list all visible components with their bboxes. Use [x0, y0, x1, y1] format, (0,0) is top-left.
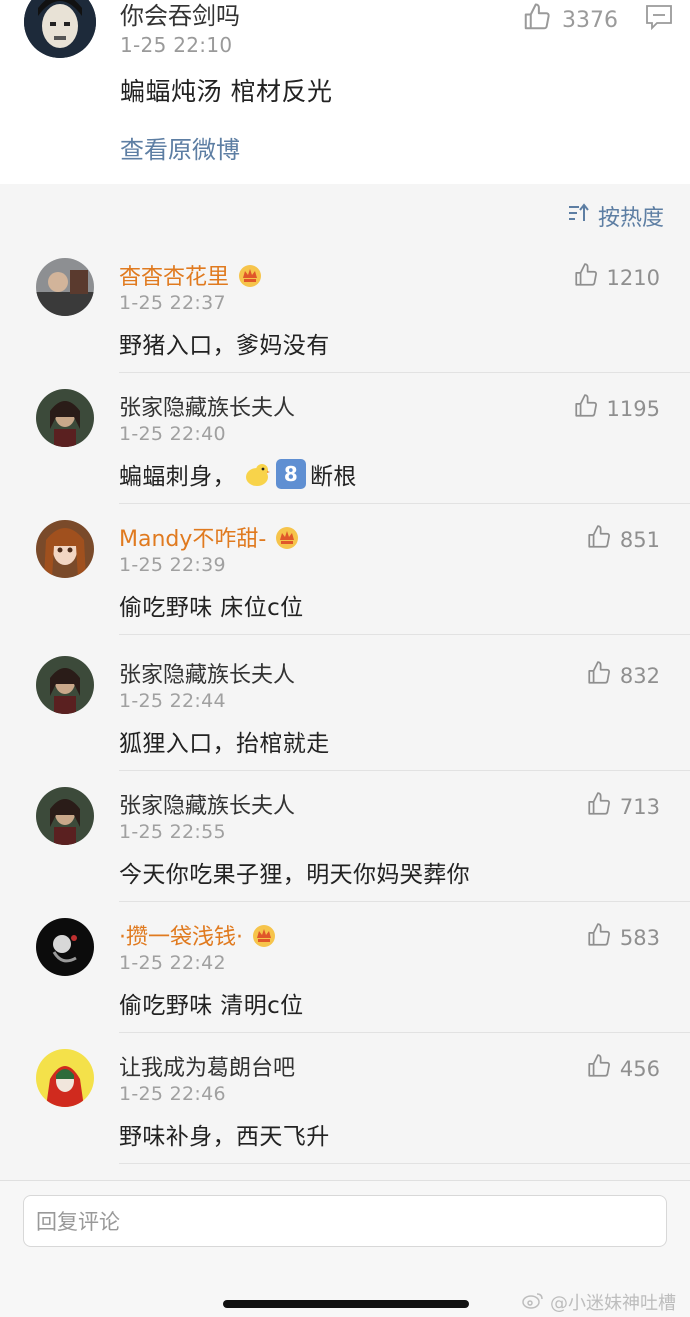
like-count: 456 — [619, 1056, 660, 1081]
thumbs-up-icon — [586, 1053, 612, 1084]
post-author-name[interactable]: 你会吞剑吗 — [120, 0, 240, 31]
comment-like-button[interactable]: 583 — [586, 922, 660, 953]
post-time: 1-25 22:10 — [120, 33, 233, 57]
weibo-logo-icon — [522, 1291, 544, 1314]
comment-time: 1-25 22:55 — [119, 821, 226, 843]
comment-item: 张家隐藏族长夫人 1-25 22:44 狐狸入口，抬棺就走 832 — [0, 640, 690, 771]
thumbs-up-icon — [573, 262, 599, 293]
comment-time: 1-25 22:46 — [119, 1083, 226, 1105]
sort-by-hot-button[interactable]: 按热度 — [568, 200, 664, 232]
sort-label: 按热度 — [597, 206, 664, 231]
thumbs-up-icon — [573, 393, 599, 424]
comment-like-button[interactable]: 1210 — [573, 262, 660, 293]
comment-item: 让我成为葛朗台吧 1-25 22:46 野味补身，西天飞升 456 — [0, 1033, 690, 1164]
original-post: 你会吞剑吗 1-25 22:10 蝙蝠炖汤 棺材反光 3376 查看原微博 — [0, 0, 690, 184]
comment-item: ·攒一袋浅钱· 1-25 22:42 偷吃野味 清明c位 583 — [0, 902, 690, 1033]
commenter-name[interactable]: 张家隐藏族长夫人 — [119, 788, 295, 820]
comment-text: 偷吃野味 清明c位 — [119, 993, 304, 1019]
comment-item: 杳杳杏花里 1-25 22:37 野猪入口，爹妈没有 1210 — [0, 242, 690, 373]
comment-like-button[interactable]: 832 — [586, 660, 660, 691]
thumbs-up-icon — [522, 2, 552, 38]
commenter-avatar[interactable] — [36, 520, 94, 578]
like-count: 1210 — [606, 265, 660, 290]
comment-time: 1-25 22:37 — [119, 292, 226, 314]
comment-icon[interactable] — [645, 4, 673, 34]
commenter-name[interactable]: 杳杳杏花里 — [119, 259, 263, 291]
home-indicator[interactable] — [223, 1300, 469, 1308]
comment-text: 偷吃野味 床位c位 — [119, 595, 304, 621]
thumbs-up-icon — [586, 524, 612, 555]
commenter-avatar[interactable] — [36, 1049, 94, 1107]
comment-time: 1-25 22:40 — [119, 423, 226, 445]
commenter-avatar[interactable] — [36, 787, 94, 845]
keycap-eight-emoji: 8 — [276, 459, 306, 489]
post-like-button[interactable]: 3376 — [522, 2, 618, 38]
commenter-name[interactable]: ·攒一袋浅钱· — [119, 919, 277, 951]
vip-crown-icon — [274, 525, 300, 549]
commenter-avatar[interactable] — [36, 918, 94, 976]
commenter-name[interactable]: Mandy不咋甜- — [119, 521, 300, 553]
post-text: 蝙蝠炖汤 棺材反光 — [120, 77, 333, 106]
vip-crown-icon — [251, 923, 277, 947]
commenter-name[interactable]: 让我成为葛朗台吧 — [119, 1050, 295, 1082]
comment-sort-bar: 按热度 — [0, 184, 690, 242]
like-count: 1195 — [606, 396, 660, 421]
comment-item: 张家隐藏族长夫人 1-25 22:55 今天你吃果子狸，明天你妈哭葬你 713 — [0, 771, 690, 902]
post-author-avatar[interactable] — [24, 0, 96, 58]
comment-text: 今天你吃果子狸，明天你妈哭葬你 — [119, 862, 470, 888]
comment-text: 野味补身，西天飞升 — [119, 1124, 330, 1150]
sort-icon — [568, 203, 590, 229]
divider — [119, 634, 690, 635]
comment-time: 1-25 22:39 — [119, 554, 226, 576]
duck-emoji-icon — [242, 460, 270, 488]
watermark: @小迷妹神吐槽 — [522, 1289, 676, 1315]
comment-time: 1-25 22:42 — [119, 952, 226, 974]
commenter-avatar[interactable] — [36, 656, 94, 714]
comment-like-button[interactable]: 713 — [586, 791, 660, 822]
like-count: 583 — [619, 925, 660, 950]
post-like-count: 3376 — [562, 7, 618, 33]
commenter-name[interactable]: 张家隐藏族长夫人 — [119, 657, 295, 689]
comment-like-button[interactable]: 851 — [586, 524, 660, 555]
comment-text: 蝙蝠刺身， 8 断根 — [119, 457, 357, 491]
comment-text: 狐狸入口，抬棺就走 — [119, 731, 330, 757]
reply-comment-input[interactable]: 回复评论 — [23, 1195, 667, 1247]
view-original-link[interactable]: 查看原微博 — [120, 130, 240, 165]
like-count: 851 — [619, 527, 660, 552]
commenter-avatar[interactable] — [36, 258, 94, 316]
comment-item: 张家隐藏族长夫人 1-25 22:40 蝙蝠刺身， 8 断根 1195 — [0, 373, 690, 504]
like-count: 832 — [619, 663, 660, 688]
comment-like-button[interactable]: 456 — [586, 1053, 660, 1084]
thumbs-up-icon — [586, 660, 612, 691]
vip-crown-icon — [237, 263, 263, 287]
comment-time: 1-25 22:44 — [119, 690, 226, 712]
like-count: 713 — [619, 794, 660, 819]
comment-item: Mandy不咋甜- 1-25 22:39 偷吃野味 床位c位 851 — [0, 504, 690, 635]
commenter-avatar[interactable] — [36, 389, 94, 447]
commenter-name[interactable]: 张家隐藏族长夫人 — [119, 390, 295, 422]
comment-text: 野猪入口，爹妈没有 — [119, 333, 330, 359]
divider — [119, 1163, 690, 1164]
thumbs-up-icon — [586, 791, 612, 822]
thumbs-up-icon — [586, 922, 612, 953]
comment-like-button[interactable]: 1195 — [573, 393, 660, 424]
